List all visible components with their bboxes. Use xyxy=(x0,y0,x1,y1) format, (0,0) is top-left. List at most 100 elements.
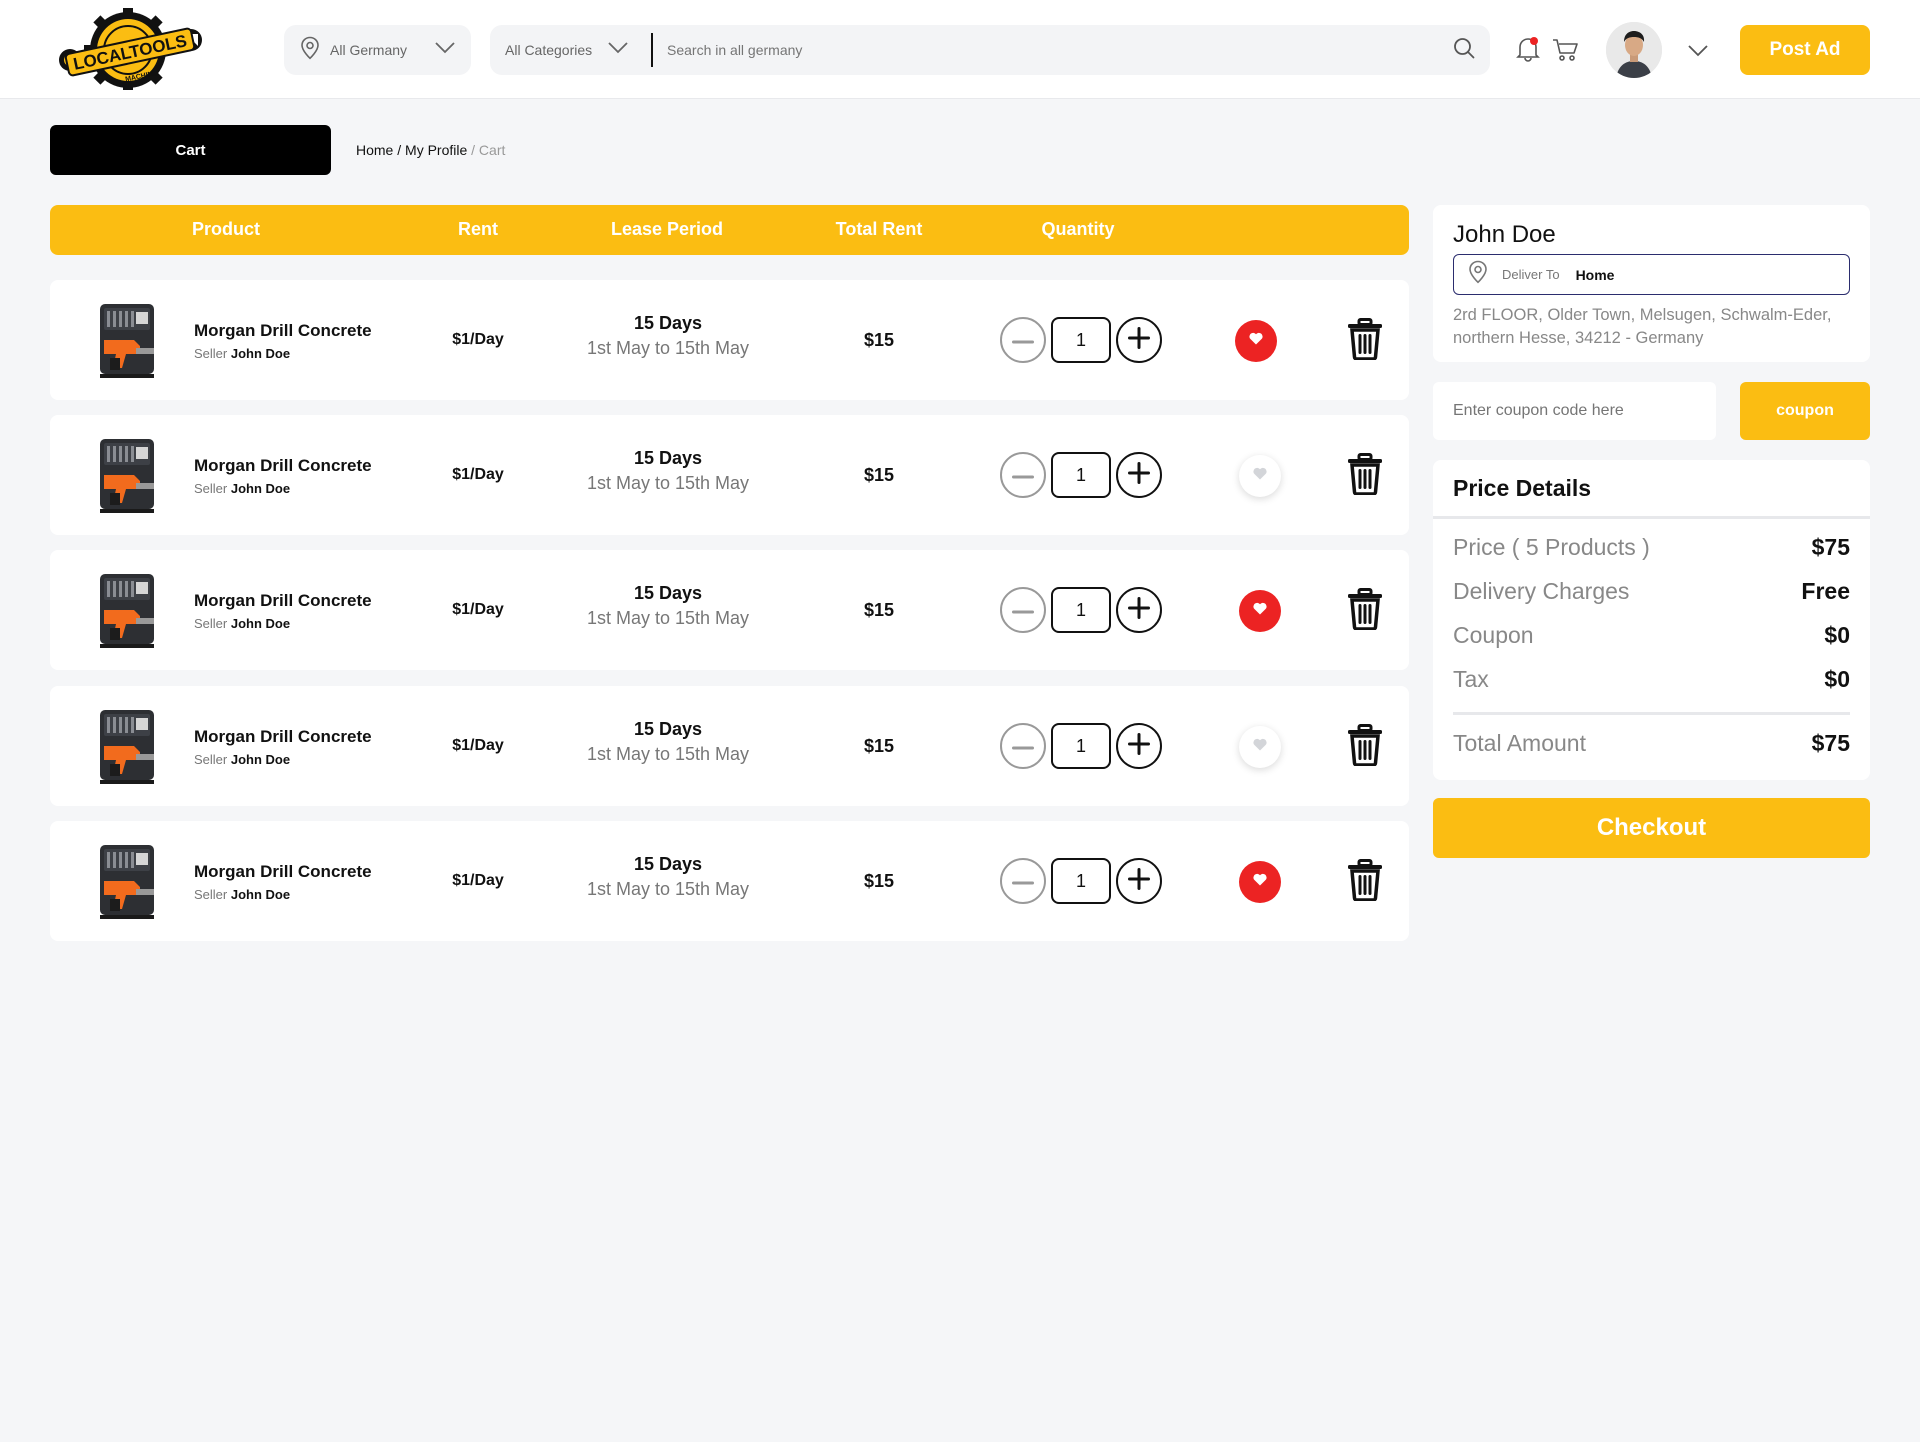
product-image[interactable] xyxy=(96,841,162,921)
delete-item-button[interactable] xyxy=(1346,318,1384,365)
chevron-down-icon[interactable] xyxy=(1688,44,1708,62)
total-amount-row: Total Amount $75 xyxy=(1453,730,1850,757)
increase-quantity-button[interactable] xyxy=(1116,587,1162,633)
deliver-to-value: Home xyxy=(1575,266,1615,283)
plus-icon xyxy=(1128,326,1150,354)
product-image[interactable] xyxy=(96,706,162,786)
localtools-logo[interactable]: LOCALTOOLS MACHINE xyxy=(58,6,203,94)
lease-range: 1st May to 15th May xyxy=(586,744,750,764)
seller-name[interactable]: John Doe xyxy=(231,752,290,767)
favorite-button[interactable] xyxy=(1239,861,1281,903)
coupon-code-input[interactable] xyxy=(1433,382,1716,440)
price-details-card: Price Details Price ( 5 Products ) $75 D… xyxy=(1433,460,1870,780)
total-rent-value: $15 xyxy=(863,600,895,620)
breadcrumb-my-profile[interactable]: My Profile xyxy=(405,142,467,158)
quantity-stepper: 1 xyxy=(1000,723,1162,769)
delete-item-button[interactable] xyxy=(1346,859,1384,906)
checkout-button[interactable]: Checkout xyxy=(1433,798,1870,858)
increase-quantity-button[interactable] xyxy=(1116,452,1162,498)
delete-item-button[interactable] xyxy=(1346,453,1384,500)
trash-icon xyxy=(1346,453,1384,499)
favorite-button[interactable] xyxy=(1239,590,1281,632)
minus-icon xyxy=(1012,601,1034,619)
search-icon[interactable] xyxy=(1453,37,1475,64)
total-rent-value: $15 xyxy=(863,330,895,350)
product-name[interactable]: Morgan Drill Concrete xyxy=(194,591,372,611)
lease-days: 15 Days xyxy=(633,719,703,739)
plus-icon xyxy=(1128,867,1150,895)
plus-icon xyxy=(1128,596,1150,624)
price-row-value: $0 xyxy=(1824,622,1850,648)
category-select[interactable]: All Categories xyxy=(505,41,651,59)
deliver-to-label: Deliver To xyxy=(1502,267,1560,282)
increase-quantity-button[interactable] xyxy=(1116,317,1162,363)
total-rent-value: $15 xyxy=(863,465,895,485)
product-seller: Seller John Doe xyxy=(194,887,290,902)
rent-value: $1/Day xyxy=(452,737,504,754)
bell-icon[interactable] xyxy=(1516,36,1540,67)
product-image[interactable] xyxy=(96,300,162,380)
favorite-button[interactable] xyxy=(1239,726,1281,768)
seller-label: Seller xyxy=(194,346,228,361)
cart-icon[interactable] xyxy=(1552,38,1578,67)
trash-icon xyxy=(1346,318,1384,364)
heart-icon xyxy=(1253,467,1267,485)
quantity-value[interactable]: 1 xyxy=(1051,452,1111,498)
search-divider xyxy=(651,33,653,67)
product-image[interactable] xyxy=(96,435,162,515)
quantity-value[interactable]: 1 xyxy=(1051,723,1111,769)
delete-item-button[interactable] xyxy=(1346,588,1384,635)
favorite-button[interactable] xyxy=(1239,455,1281,497)
decrease-quantity-button[interactable] xyxy=(1000,858,1046,904)
minus-icon xyxy=(1012,331,1034,349)
quantity-stepper: 1 xyxy=(1000,452,1162,498)
quantity-value[interactable]: 1 xyxy=(1051,858,1111,904)
column-header-quantity: Quantity xyxy=(1041,219,1115,239)
product-name[interactable]: Morgan Drill Concrete xyxy=(194,456,372,476)
lease-range: 1st May to 15th May xyxy=(586,338,750,358)
seller-label: Seller xyxy=(194,887,228,902)
lease-period: 15 Days 1st May to 15th May xyxy=(587,854,749,900)
price-row: Price ( 5 Products ) $75 xyxy=(1453,534,1850,561)
location-pin-icon xyxy=(300,36,320,65)
favorite-button[interactable] xyxy=(1235,320,1277,362)
trash-icon xyxy=(1346,588,1384,634)
product-image[interactable] xyxy=(96,570,162,650)
location-select-value: All Germany xyxy=(330,42,408,58)
post-ad-button[interactable]: Post Ad xyxy=(1740,25,1870,75)
quantity-stepper: 1 xyxy=(1000,858,1162,904)
decrease-quantity-button[interactable] xyxy=(1000,587,1046,633)
cart-row: Morgan Drill Concrete Seller John Doe $1… xyxy=(50,415,1409,535)
apply-coupon-button[interactable]: coupon xyxy=(1740,382,1870,440)
seller-name[interactable]: John Doe xyxy=(231,887,290,902)
product-name[interactable]: Morgan Drill Concrete xyxy=(194,862,372,882)
increase-quantity-button[interactable] xyxy=(1116,723,1162,769)
seller-name[interactable]: John Doe xyxy=(231,616,290,631)
seller-name[interactable]: John Doe xyxy=(231,481,290,496)
quantity-value[interactable]: 1 xyxy=(1051,317,1111,363)
location-select[interactable]: All Germany xyxy=(284,25,471,75)
decrease-quantity-button[interactable] xyxy=(1000,723,1046,769)
total-amount-value: $75 xyxy=(1811,730,1850,756)
user-avatar[interactable] xyxy=(1606,22,1662,78)
product-name[interactable]: Morgan Drill Concrete xyxy=(194,727,372,747)
seller-name[interactable]: John Doe xyxy=(231,346,290,361)
search-input[interactable] xyxy=(667,42,1453,58)
deliver-to-select[interactable]: Deliver To Home xyxy=(1453,254,1850,295)
decrease-quantity-button[interactable] xyxy=(1000,317,1046,363)
quantity-value[interactable]: 1 xyxy=(1051,587,1111,633)
product-name[interactable]: Morgan Drill Concrete xyxy=(194,321,372,341)
lease-period: 15 Days 1st May to 15th May xyxy=(587,583,749,629)
product-seller: Seller John Doe xyxy=(194,752,290,767)
delete-item-button[interactable] xyxy=(1346,724,1384,771)
cart-tab[interactable]: Cart xyxy=(50,125,331,175)
increase-quantity-button[interactable] xyxy=(1116,858,1162,904)
decrease-quantity-button[interactable] xyxy=(1000,452,1046,498)
category-select-value: All Categories xyxy=(505,42,593,58)
breadcrumb-home[interactable]: Home xyxy=(356,142,393,158)
heart-icon xyxy=(1253,738,1267,756)
trash-icon xyxy=(1346,724,1384,770)
price-row-value: $0 xyxy=(1824,666,1850,692)
column-header-rent: Rent xyxy=(458,219,498,239)
seller-label: Seller xyxy=(194,752,228,767)
